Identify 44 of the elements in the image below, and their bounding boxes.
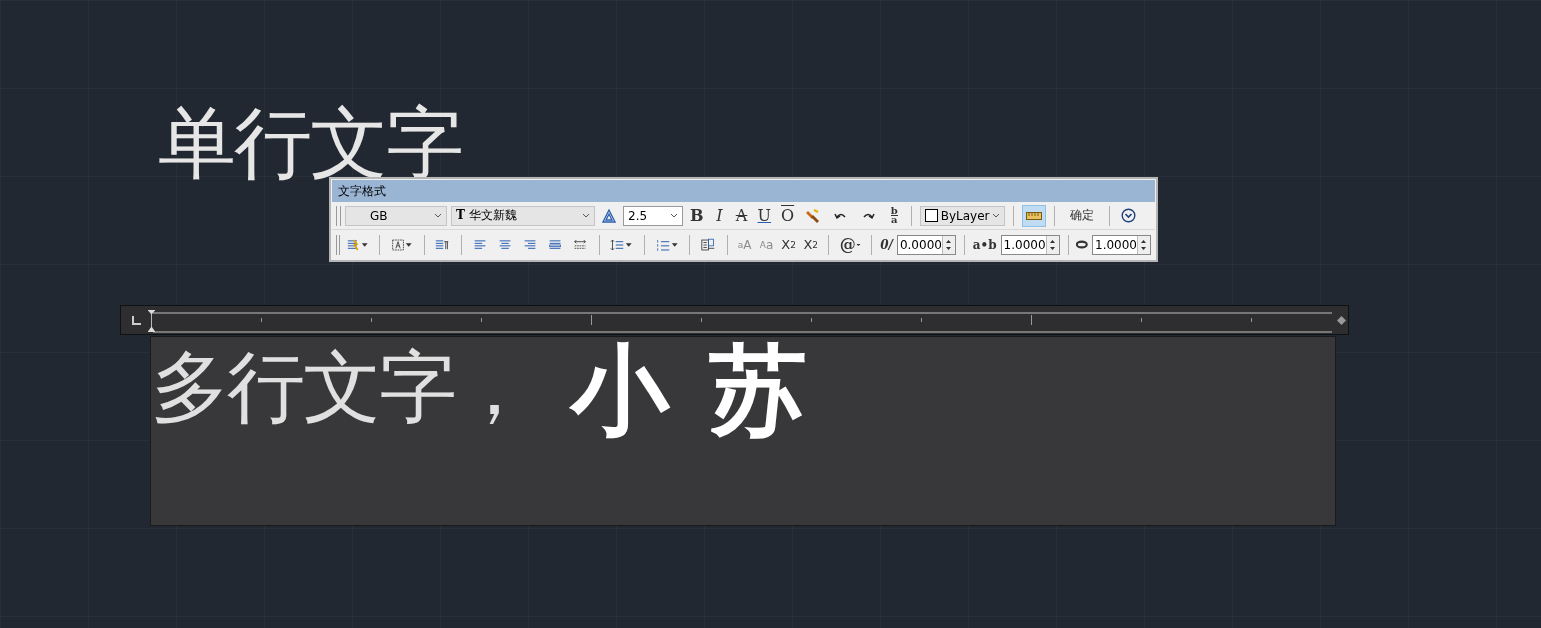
caret-icon: [625, 241, 633, 248]
mtext-text: 多行文字，: [151, 341, 531, 434]
caret-icon: [582, 213, 590, 218]
ok-button[interactable]: 确定: [1063, 204, 1102, 227]
text-height-field[interactable]: 2.5: [623, 205, 683, 226]
overline-button[interactable]: O: [778, 204, 798, 227]
caret-icon: [992, 213, 1001, 218]
oblique-label: 0/: [880, 237, 893, 252]
strike-button[interactable]: A: [732, 204, 751, 227]
caret-icon: [670, 213, 678, 218]
tracking-label: a•b: [972, 237, 997, 252]
style-dropdown[interactable]: GB: [345, 205, 447, 226]
toolbar-title: 文字格式: [332, 180, 1155, 202]
width-factor-icon: [1076, 240, 1088, 249]
bold-button[interactable]: B: [687, 204, 707, 227]
caret-icon: [360, 241, 369, 248]
width-factor-field[interactable]: 1.0000: [1092, 234, 1151, 255]
underline-button[interactable]: U: [754, 204, 774, 227]
caret-icon: [405, 241, 413, 248]
italic-button[interactable]: I: [710, 204, 729, 227]
oblique-angle-field[interactable]: 0.0000: [896, 234, 956, 255]
text-ruler[interactable]: [120, 305, 1349, 335]
color-dropdown[interactable]: ByLayer: [920, 205, 1006, 226]
superscript-button[interactable]: X$^{2}$: [779, 233, 798, 256]
single-line-text: 单行文字: [158, 104, 462, 182]
tab-type-icon: [132, 316, 142, 325]
ruler-toggle[interactable]: [1022, 204, 1047, 227]
font-dropdown[interactable]: T 华文新魏: [451, 205, 595, 226]
stack-button[interactable]: b a: [885, 204, 904, 227]
color-swatch-icon: [925, 209, 939, 222]
mtext-bold-text: 小苏: [571, 337, 847, 445]
caret-icon: [670, 241, 678, 248]
options-icon: [1121, 208, 1137, 223]
symbol-button[interactable]: @: [836, 233, 864, 256]
indent-marker-icon[interactable]: [148, 310, 155, 332]
justify-icon: [391, 236, 406, 253]
caret-icon: [434, 213, 442, 218]
caret-icon: [855, 241, 861, 248]
mtext-editor[interactable]: 多行文字， 小苏: [150, 336, 1336, 526]
ruler-icon: [1026, 211, 1043, 220]
field-icon: [700, 236, 716, 253]
tracking-field[interactable]: 1.0000: [1000, 234, 1060, 255]
annotative-icon: [602, 208, 616, 223]
right-margin-icon[interactable]: [1337, 316, 1346, 325]
